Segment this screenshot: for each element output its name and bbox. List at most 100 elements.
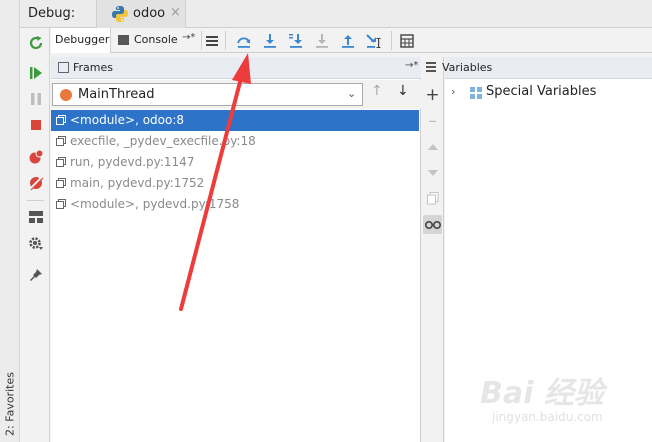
toolbar-separator: [27, 200, 44, 201]
frames-header: Frames →*: [51, 57, 421, 79]
favorites-strip: 2: Favorites: [0, 0, 20, 442]
special-variables-node[interactable]: › Special Variables: [445, 83, 652, 103]
mute-breakpoints-icon: [29, 176, 44, 191]
chevron-down-icon: ⌄: [347, 87, 357, 100]
debug-tab-toolbar: Debugger Console →*: [51, 28, 652, 53]
plus-icon: +: [425, 84, 440, 105]
move-watch-down-button[interactable]: [423, 163, 442, 182]
debug-tool-window: 2: Favorites Debug: odoo × Debugger Cons…: [0, 0, 652, 442]
run-to-cursor-button[interactable]: [364, 31, 383, 50]
frame-label: execfile, _pydev_execfile.py:18: [70, 134, 256, 148]
show-execution-point-button[interactable]: [202, 31, 221, 50]
resume-icon: [30, 67, 42, 79]
variables-toolbar: + –: [421, 57, 444, 442]
gear-icon: [29, 237, 43, 250]
pause-icon: [31, 93, 41, 105]
frames-panel: Frames →* MainThread ⌄ ↑ ↓ <module>, odo…: [51, 57, 421, 442]
debug-left-toolbar: [21, 28, 50, 442]
pin-icon: [30, 269, 42, 281]
frames-list: <module>, odoo:8 execfile, _pydev_execfi…: [51, 110, 421, 442]
baidu-watermark: Bai 经验 jingyan.baidu.com: [470, 368, 650, 440]
pin-tab-icon[interactable]: →*: [182, 32, 195, 43]
frame-item[interactable]: <module>, odoo:8: [51, 110, 419, 131]
triangle-up-icon: [427, 143, 438, 150]
menu-icon: [205, 35, 218, 46]
special-variables-label: Special Variables: [486, 84, 597, 99]
restore-layout-button[interactable]: [27, 208, 45, 226]
debug-label: Debug:: [28, 6, 76, 21]
pin-tab-icon[interactable]: →*: [405, 60, 418, 71]
step-over-icon: [236, 36, 250, 48]
thread-status-icon: [60, 89, 72, 101]
stop-button[interactable]: [27, 116, 45, 134]
arrow-down-icon[interactable]: ↓: [397, 83, 409, 99]
breakpoints-icon: [29, 149, 44, 164]
console-icon: [118, 35, 129, 45]
thread-name: MainThread: [78, 87, 155, 102]
arrow-up-icon[interactable]: ↑: [371, 83, 383, 99]
rerun-icon: [29, 36, 43, 50]
stop-icon: [31, 120, 41, 130]
frame-icon: [56, 199, 67, 210]
debug-title-bar: Debug: odoo ×: [20, 0, 652, 28]
step-over-button[interactable]: [234, 31, 253, 50]
remove-watch-button[interactable]: –: [423, 110, 442, 131]
tab-debugger-label: Debugger: [55, 33, 110, 46]
layout-icon: [29, 211, 43, 223]
run-tab-label: odoo: [133, 6, 166, 21]
thread-dropdown[interactable]: MainThread ⌄: [52, 83, 363, 106]
triangle-down-icon: [427, 169, 438, 176]
frame-label: main, pydevd.py:1752: [70, 176, 205, 190]
frame-item[interactable]: execfile, _pydev_execfile.py:18: [51, 131, 419, 152]
copy-icon: [426, 192, 438, 205]
step-into-my-code-icon: [288, 33, 302, 48]
settings-button[interactable]: [27, 234, 45, 252]
frame-icon: [56, 178, 67, 189]
variables-header: Variables: [426, 57, 652, 79]
calculator-icon: [399, 33, 414, 48]
frame-item[interactable]: main, pydevd.py:1752: [51, 173, 419, 194]
copy-watch-button[interactable]: [423, 189, 442, 208]
step-into-icon: [263, 33, 276, 48]
add-watch-button[interactable]: +: [423, 84, 442, 105]
watermark-brand: Bai 经验: [480, 376, 604, 411]
frame-icon: [56, 115, 67, 126]
toolbar-separator: [225, 31, 226, 50]
frame-label: run, pydevd.py:1147: [70, 155, 195, 169]
evaluate-expression-button[interactable]: [397, 31, 416, 50]
tab-console[interactable]: Console →*: [112, 28, 200, 53]
favorites-tab[interactable]: 2: Favorites: [2, 365, 18, 442]
view-breakpoints-button[interactable]: [27, 148, 45, 166]
favorites-label: 2: Favorites: [3, 371, 17, 436]
resume-button[interactable]: [27, 64, 45, 82]
pause-button[interactable]: [27, 90, 45, 108]
close-icon[interactable]: ×: [170, 5, 181, 20]
step-out-button[interactable]: [338, 31, 357, 50]
grid-icon: [470, 87, 482, 99]
frames-title: Frames: [73, 61, 114, 74]
show-watches-toggle[interactable]: [423, 215, 442, 234]
move-watch-up-button[interactable]: [423, 137, 442, 156]
glasses-icon: [424, 220, 441, 229]
pin-button[interactable]: [27, 266, 45, 284]
thread-row: MainThread ⌄ ↑ ↓: [51, 80, 421, 109]
run-config-tab[interactable]: odoo ×: [96, 0, 186, 28]
force-step-into-button[interactable]: [312, 31, 331, 50]
frame-item[interactable]: run, pydevd.py:1147: [51, 152, 419, 173]
frame-label: <module>, odoo:8: [70, 113, 185, 127]
frame-item[interactable]: <module>, pydevd.py:1758: [51, 194, 419, 215]
minus-icon: –: [428, 110, 437, 131]
force-step-into-icon: [315, 33, 328, 48]
step-into-my-code-button[interactable]: [286, 31, 305, 50]
watermark-url: jingyan.baidu.com: [492, 410, 603, 424]
tab-debugger[interactable]: Debugger: [51, 28, 111, 53]
mute-breakpoints-button[interactable]: [27, 174, 45, 192]
variables-title: Variables: [442, 61, 493, 74]
frame-label: <module>, pydevd.py:1758: [70, 197, 240, 211]
rerun-button[interactable]: [27, 34, 45, 52]
frames-icon: [58, 62, 69, 73]
step-into-button[interactable]: [260, 31, 279, 50]
frame-icon: [56, 136, 67, 147]
python-icon: [112, 6, 128, 22]
chevron-right-icon[interactable]: ›: [451, 85, 455, 98]
